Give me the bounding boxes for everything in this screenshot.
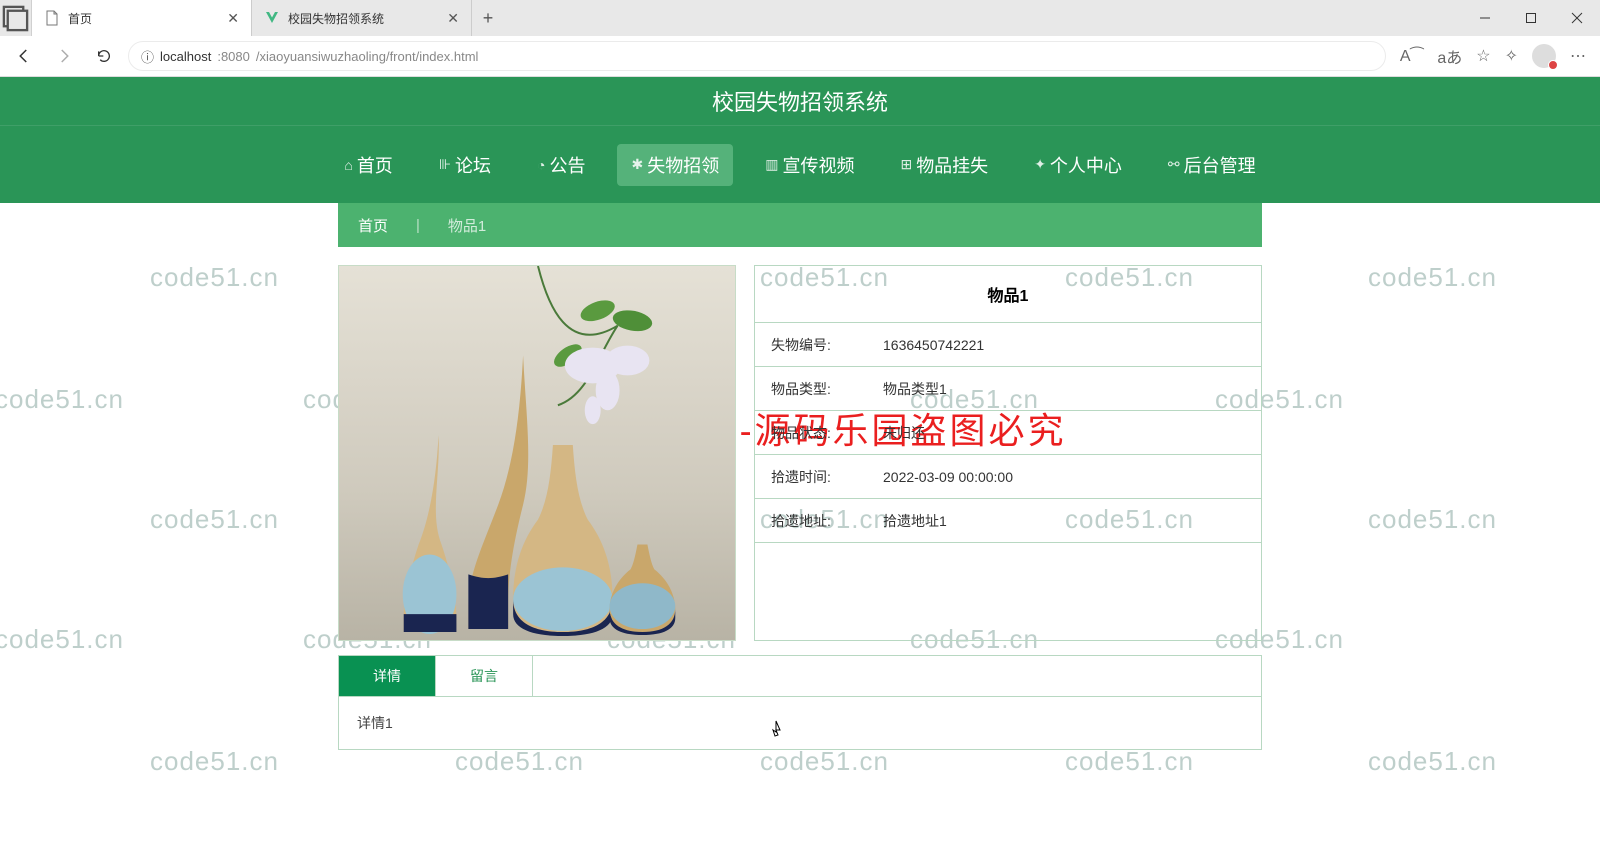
info-value: 1636450742221 — [883, 337, 1261, 353]
tab-title: 校园失物招领系统 — [288, 10, 439, 27]
refresh-button[interactable] — [88, 40, 120, 72]
maximize-button[interactable] — [1508, 0, 1554, 36]
info-value: 拾遗地址1 — [883, 511, 1261, 531]
tab-detail[interactable]: 详情 — [339, 656, 436, 696]
close-button[interactable] — [1554, 0, 1600, 36]
tab-content: 详情1 — [338, 696, 1262, 750]
watermark: code51.cn — [1065, 746, 1194, 777]
watermark: code51.cn — [1368, 746, 1497, 777]
url-port: :8080 — [217, 49, 250, 64]
url-host: localhost — [160, 49, 211, 64]
translate-icon[interactable]: aあ — [1437, 44, 1462, 68]
browser-tab[interactable]: 校园失物招领系统 ✕ — [252, 0, 472, 36]
info-label: 拾遗地址: — [755, 511, 883, 531]
url-path: /xiaoyuansiwuzhaoling/front/index.html — [256, 49, 479, 64]
menu-icon[interactable]: ⋯ — [1570, 46, 1586, 66]
info-label: 物品类型: — [755, 379, 883, 399]
home-icon: ⌂ — [344, 157, 352, 173]
detail-tabs: 详情 留言 — [338, 655, 1262, 696]
close-icon[interactable]: ✕ — [227, 10, 239, 27]
notice-icon: ◔ — [537, 157, 545, 173]
info-row: 拾遗时间: 2022-03-09 00:00:00 — [755, 455, 1261, 499]
back-button[interactable] — [8, 40, 40, 72]
video-icon: ▥ — [765, 156, 778, 173]
nav-profile[interactable]: ✦个人中心 — [1020, 144, 1136, 186]
link-icon: ⚯ — [1168, 156, 1180, 173]
profile-icon[interactable] — [1532, 44, 1556, 68]
lost-icon: ✱ — [631, 156, 643, 173]
info-value: 物品类型1 — [883, 379, 1261, 399]
watermark: code51.cn — [150, 746, 279, 777]
info-row: 物品状态: 未归还 — [755, 411, 1261, 455]
nav-lostreport[interactable]: ⊞物品挂失 — [886, 144, 1002, 186]
info-label: 失物编号: — [755, 335, 883, 355]
tab-actions-icon[interactable] — [0, 0, 32, 36]
cursor-icon — [770, 720, 786, 740]
nav-admin[interactable]: ⚯后台管理 — [1154, 144, 1270, 186]
read-aloud-icon[interactable]: A⁀ — [1400, 46, 1424, 66]
nav-home[interactable]: ⌂首页 — [330, 144, 406, 186]
item-info-panel: 物品1 失物编号: 1636450742221 物品类型: 物品类型1 物品状态… — [754, 265, 1262, 641]
info-value: 2022-03-09 00:00:00 — [883, 469, 1261, 485]
site-title: 校园失物招领系统 — [0, 77, 1600, 125]
collections-icon[interactable]: ✧ — [1505, 46, 1518, 66]
breadcrumb: 首页 | 物品1 — [338, 203, 1262, 247]
main-nav: ⌂首页 ⊪论坛 ◔公告 ✱失物招领 ▥宣传视频 ⊞物品挂失 ✦个人中心 ⚯后台管… — [0, 125, 1600, 203]
item-title: 物品1 — [755, 266, 1261, 323]
person-icon: ✦ — [1034, 156, 1046, 173]
browser-chrome: 首页 ✕ 校园失物招领系统 ✕ + ⓘ localhost :8080/xiaoy… — [0, 0, 1600, 77]
info-row: 失物编号: 1636450742221 — [755, 323, 1261, 367]
nav-notice[interactable]: ◔公告 — [523, 144, 599, 186]
new-tab-button[interactable]: + — [472, 8, 504, 29]
minimize-button[interactable] — [1462, 0, 1508, 36]
info-row: 拾遗地址: 拾遗地址1 — [755, 499, 1261, 543]
close-icon[interactable]: ✕ — [447, 10, 459, 27]
page-icon — [44, 10, 60, 26]
item-image — [338, 265, 736, 641]
site-info-icon[interactable]: ⓘ — [141, 47, 154, 66]
breadcrumb-sep: | — [416, 217, 420, 234]
breadcrumb-current: 物品1 — [448, 215, 486, 236]
tab-title: 首页 — [68, 10, 219, 27]
info-label: 拾遗时间: — [755, 467, 883, 487]
nav-video[interactable]: ▥宣传视频 — [751, 144, 868, 186]
nav-lost-found[interactable]: ✱失物招领 — [617, 144, 733, 186]
address-bar[interactable]: ⓘ localhost :8080/xiaoyuansiwuzhaoling/fr… — [128, 41, 1386, 71]
tab-comments[interactable]: 留言 — [436, 656, 533, 696]
info-value: 未归还 — [883, 423, 1261, 443]
browser-tab-active[interactable]: 首页 ✕ — [32, 0, 252, 36]
vue-icon — [264, 10, 280, 26]
grid-icon: ⊞ — [900, 156, 912, 173]
info-row: 物品类型: 物品类型1 — [755, 367, 1261, 411]
favorites-icon[interactable]: ☆ — [1476, 46, 1490, 66]
nav-forum[interactable]: ⊪论坛 — [425, 144, 505, 186]
forum-icon: ⊪ — [439, 156, 451, 173]
info-label: 物品状态: — [755, 423, 883, 443]
watermark: code51.cn — [760, 746, 889, 777]
watermark: code51.cn — [455, 746, 584, 777]
breadcrumb-home[interactable]: 首页 — [358, 215, 388, 236]
forward-button[interactable] — [48, 40, 80, 72]
